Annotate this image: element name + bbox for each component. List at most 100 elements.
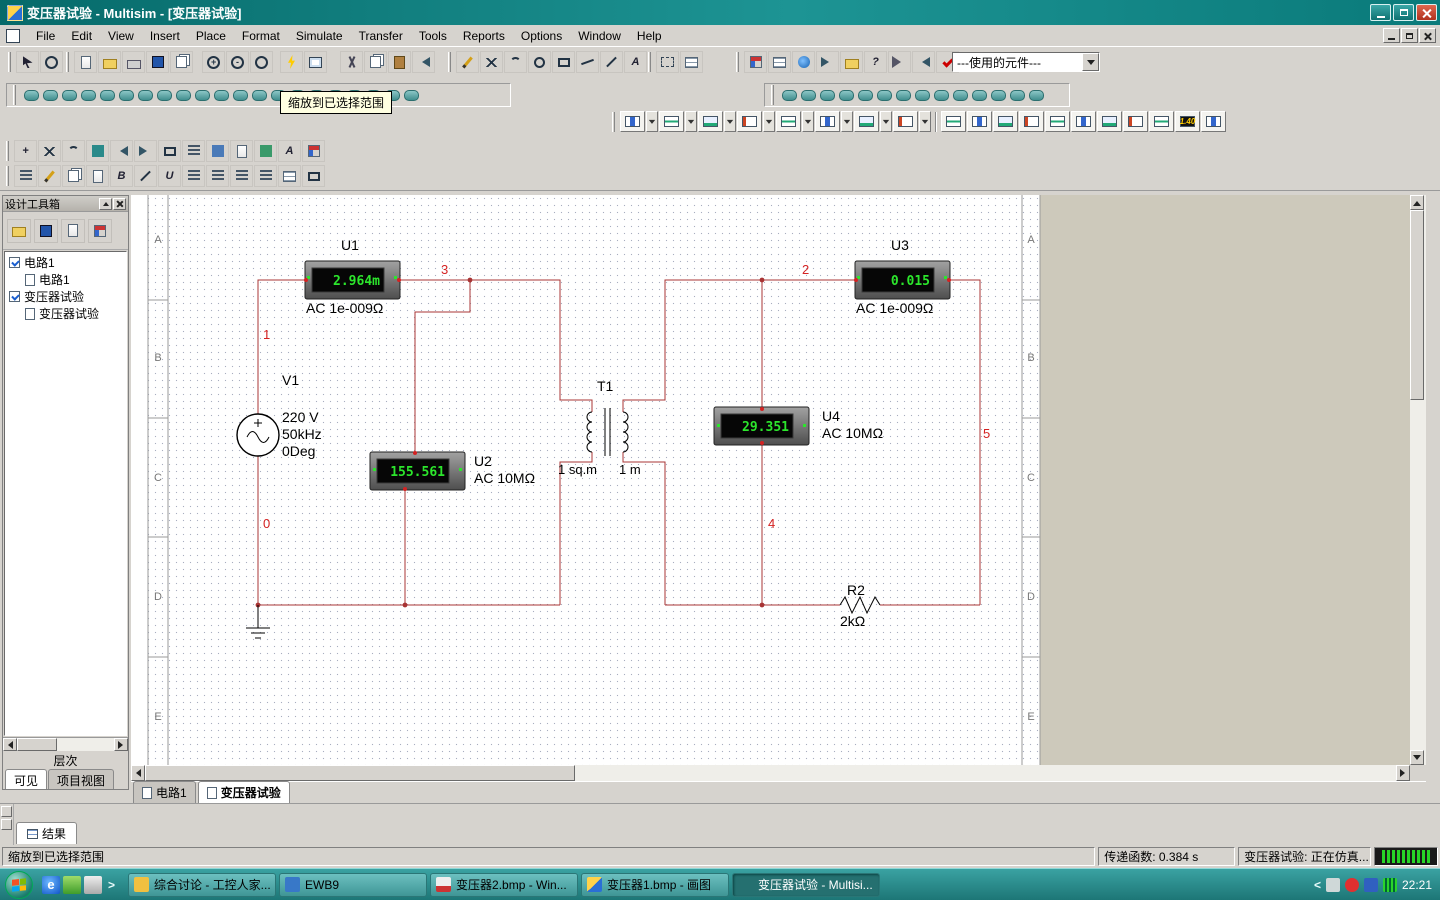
copy-format-button[interactable] [62, 165, 85, 187]
instrument-button[interactable] [1097, 111, 1122, 132]
bold-button[interactable]: B [110, 165, 133, 187]
rail-close-button[interactable] [1, 806, 12, 817]
circuit-drawing[interactable]: A B C D E A B C D E [131, 195, 1410, 765]
restore-button[interactable] [1393, 4, 1414, 21]
component-button[interactable] [1029, 90, 1044, 101]
logic-analyzer-dropdown[interactable] [880, 111, 892, 132]
database-button[interactable] [792, 51, 815, 73]
underline-button[interactable]: U [158, 165, 181, 187]
child-minimize-button[interactable] [1383, 28, 1400, 43]
edit-text-button[interactable] [38, 165, 61, 187]
wires[interactable] [258, 280, 980, 605]
sheet-tab[interactable]: 变压器试验 [198, 781, 290, 803]
component-button[interactable] [839, 90, 854, 101]
tray-icon[interactable] [1364, 878, 1378, 892]
new-button[interactable] [74, 51, 97, 73]
menu-item[interactable]: Place [188, 26, 234, 46]
component-button[interactable] [858, 90, 873, 101]
wattmeter-button[interactable] [698, 111, 723, 132]
component-button[interactable] [119, 90, 134, 101]
component-button[interactable] [1010, 90, 1025, 101]
distortion-analyzer-dropdown[interactable] [919, 111, 931, 132]
component-button[interactable] [934, 90, 949, 101]
ground-symbol[interactable] [246, 605, 270, 638]
menu-item[interactable]: Window [570, 26, 629, 46]
meter-u1[interactable]: 2.964m U1 AC 1e-009Ω [304, 237, 401, 316]
spreadsheet-button[interactable] [768, 51, 791, 73]
paste-button[interactable] [388, 51, 411, 73]
sheet-tab[interactable]: 电路1 [133, 781, 196, 803]
agilent-multimeter-button[interactable]: 1.40 [1175, 111, 1200, 132]
multimeter-button[interactable] [620, 111, 645, 132]
component-button[interactable] [62, 90, 77, 101]
tray-icon[interactable] [1345, 878, 1359, 892]
hierarchy-button[interactable] [744, 51, 767, 73]
menu-item[interactable]: Simulate [288, 26, 351, 46]
horizontal-scrollbar[interactable] [131, 765, 1410, 781]
resistor-r2[interactable]: R2 2kΩ [840, 582, 880, 629]
component-button[interactable] [801, 90, 816, 101]
meter-u4[interactable]: 29.351 U4 AC 10MΩ [714, 407, 883, 445]
schematic-canvas[interactable]: A B C D E A B C D E [131, 195, 1410, 765]
menu-item[interactable]: File [28, 26, 63, 46]
word-generator-dropdown[interactable] [841, 111, 853, 132]
taskbar-button[interactable]: 变压器1.bmp - 画图 [581, 873, 729, 897]
bode-plotter-button[interactable] [776, 111, 801, 132]
label-button[interactable]: A [278, 140, 301, 162]
scrollbar-thumb[interactable] [1410, 210, 1424, 400]
spectrum-analyzer-button[interactable] [941, 111, 966, 132]
component-button[interactable] [138, 90, 153, 101]
menu-item[interactable]: Tools [411, 26, 455, 46]
zoom-in-button[interactable]: + [202, 51, 225, 73]
toolbar-grip[interactable] [448, 52, 451, 72]
component-button[interactable] [176, 90, 191, 101]
pin-array-button[interactable] [38, 140, 61, 162]
taskbar-button[interactable]: 变压器试验 - Multisi... [732, 873, 880, 897]
function-generator-dropdown[interactable] [685, 111, 697, 132]
number-list-button[interactable] [278, 165, 301, 187]
child-restore-button[interactable] [1401, 28, 1418, 43]
italic-button[interactable] [134, 165, 157, 187]
menu-item[interactable]: Options [513, 26, 570, 46]
component-button[interactable] [877, 90, 892, 101]
component-button[interactable] [820, 90, 835, 101]
bode-plotter-dropdown[interactable] [802, 111, 814, 132]
probe-button[interactable] [254, 140, 277, 162]
tray-collapse-icon[interactable]: < [1314, 878, 1321, 892]
back-annotate-button[interactable] [912, 51, 935, 73]
internet-explorer-icon[interactable]: e [42, 876, 60, 894]
component-button[interactable] [896, 90, 911, 101]
cut-button[interactable] [340, 51, 363, 73]
component-button[interactable] [100, 90, 115, 101]
meter-u3[interactable]: 0.015 U3 AC 1e-009Ω [854, 237, 951, 316]
function-generator-button[interactable] [659, 111, 684, 132]
instrument-button[interactable] [1045, 111, 1070, 132]
sound-button[interactable] [888, 51, 911, 73]
zoom-out-button[interactable]: - [226, 51, 249, 73]
toolbar-grip[interactable] [8, 52, 11, 72]
text-button[interactable]: A [624, 51, 647, 73]
table-format-button[interactable] [302, 165, 325, 187]
zoom-tool-button[interactable] [40, 51, 63, 73]
component-button[interactable] [972, 90, 987, 101]
toolbar-grip[interactable] [648, 52, 651, 72]
instrument-button[interactable] [1123, 111, 1148, 132]
instrument-button[interactable] [1071, 111, 1096, 132]
toolbar-grip[interactable] [6, 141, 9, 161]
scrollbar-thumb[interactable] [145, 765, 575, 781]
paste-format-button[interactable] [86, 165, 109, 187]
quick-launch-icon[interactable] [84, 876, 102, 894]
diagonal-button[interactable] [600, 51, 623, 73]
in-use-list-combobox[interactable]: ---使用的元件--- [952, 52, 1100, 72]
component-button[interactable] [157, 90, 172, 101]
toolbar-grip[interactable] [736, 52, 739, 72]
wave-button[interactable] [62, 140, 85, 162]
component-button[interactable] [195, 90, 210, 101]
capture-area-button[interactable] [656, 51, 679, 73]
menu-item[interactable]: Transfer [351, 26, 411, 46]
save-button[interactable] [146, 51, 169, 73]
menu-item[interactable]: Format [234, 26, 288, 46]
keyboard-tray-icon[interactable] [1326, 878, 1340, 892]
rectangle-button[interactable] [552, 51, 575, 73]
rail-grid-button[interactable] [1, 819, 12, 830]
